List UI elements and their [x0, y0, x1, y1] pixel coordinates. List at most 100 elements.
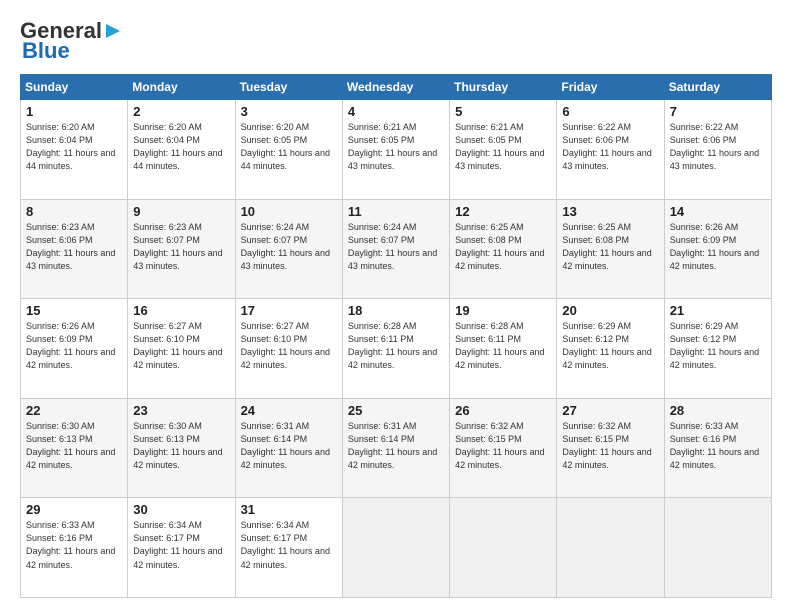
day-info: Sunrise: 6:30 AM Sunset: 6:13 PM Dayligh…	[133, 420, 229, 472]
day-number: 28	[670, 403, 766, 418]
logo-blue: Blue	[22, 38, 70, 64]
calendar-cell: 19 Sunrise: 6:28 AM Sunset: 6:11 PM Dayl…	[450, 299, 557, 399]
day-number: 19	[455, 303, 551, 318]
calendar-cell: 28 Sunrise: 6:33 AM Sunset: 6:16 PM Dayl…	[664, 398, 771, 498]
calendar-cell: 7 Sunrise: 6:22 AM Sunset: 6:06 PM Dayli…	[664, 100, 771, 200]
col-header-monday: Monday	[128, 75, 235, 100]
day-number: 13	[562, 204, 658, 219]
day-number: 22	[26, 403, 122, 418]
day-number: 23	[133, 403, 229, 418]
calendar-cell	[342, 498, 449, 598]
day-number: 12	[455, 204, 551, 219]
day-number: 27	[562, 403, 658, 418]
calendar-cell: 25 Sunrise: 6:31 AM Sunset: 6:14 PM Dayl…	[342, 398, 449, 498]
day-number: 8	[26, 204, 122, 219]
calendar-cell	[664, 498, 771, 598]
day-number: 9	[133, 204, 229, 219]
calendar-cell: 4 Sunrise: 6:21 AM Sunset: 6:05 PM Dayli…	[342, 100, 449, 200]
calendar-cell: 15 Sunrise: 6:26 AM Sunset: 6:09 PM Dayl…	[21, 299, 128, 399]
day-info: Sunrise: 6:27 AM Sunset: 6:10 PM Dayligh…	[133, 320, 229, 372]
calendar-cell: 30 Sunrise: 6:34 AM Sunset: 6:17 PM Dayl…	[128, 498, 235, 598]
col-header-sunday: Sunday	[21, 75, 128, 100]
calendar-cell: 6 Sunrise: 6:22 AM Sunset: 6:06 PM Dayli…	[557, 100, 664, 200]
calendar-cell: 2 Sunrise: 6:20 AM Sunset: 6:04 PM Dayli…	[128, 100, 235, 200]
day-info: Sunrise: 6:20 AM Sunset: 6:04 PM Dayligh…	[26, 121, 122, 173]
day-number: 10	[241, 204, 337, 219]
day-info: Sunrise: 6:22 AM Sunset: 6:06 PM Dayligh…	[670, 121, 766, 173]
calendar-cell: 8 Sunrise: 6:23 AM Sunset: 6:06 PM Dayli…	[21, 199, 128, 299]
col-header-thursday: Thursday	[450, 75, 557, 100]
logo-arrow-icon	[102, 20, 124, 42]
day-info: Sunrise: 6:27 AM Sunset: 6:10 PM Dayligh…	[241, 320, 337, 372]
day-number: 4	[348, 104, 444, 119]
day-info: Sunrise: 6:29 AM Sunset: 6:12 PM Dayligh…	[670, 320, 766, 372]
day-info: Sunrise: 6:28 AM Sunset: 6:11 PM Dayligh…	[348, 320, 444, 372]
day-info: Sunrise: 6:23 AM Sunset: 6:06 PM Dayligh…	[26, 221, 122, 273]
calendar-cell	[450, 498, 557, 598]
day-info: Sunrise: 6:31 AM Sunset: 6:14 PM Dayligh…	[348, 420, 444, 472]
day-number: 17	[241, 303, 337, 318]
day-number: 16	[133, 303, 229, 318]
day-info: Sunrise: 6:21 AM Sunset: 6:05 PM Dayligh…	[348, 121, 444, 173]
calendar-cell	[557, 498, 664, 598]
day-info: Sunrise: 6:34 AM Sunset: 6:17 PM Dayligh…	[241, 519, 337, 571]
day-info: Sunrise: 6:30 AM Sunset: 6:13 PM Dayligh…	[26, 420, 122, 472]
day-info: Sunrise: 6:24 AM Sunset: 6:07 PM Dayligh…	[241, 221, 337, 273]
calendar-cell: 26 Sunrise: 6:32 AM Sunset: 6:15 PM Dayl…	[450, 398, 557, 498]
calendar-cell: 21 Sunrise: 6:29 AM Sunset: 6:12 PM Dayl…	[664, 299, 771, 399]
calendar-week-row: 1 Sunrise: 6:20 AM Sunset: 6:04 PM Dayli…	[21, 100, 772, 200]
day-number: 2	[133, 104, 229, 119]
day-info: Sunrise: 6:32 AM Sunset: 6:15 PM Dayligh…	[455, 420, 551, 472]
calendar-header-row: SundayMondayTuesdayWednesdayThursdayFrid…	[21, 75, 772, 100]
calendar-table: SundayMondayTuesdayWednesdayThursdayFrid…	[20, 74, 772, 598]
calendar-cell: 18 Sunrise: 6:28 AM Sunset: 6:11 PM Dayl…	[342, 299, 449, 399]
day-info: Sunrise: 6:26 AM Sunset: 6:09 PM Dayligh…	[26, 320, 122, 372]
day-info: Sunrise: 6:20 AM Sunset: 6:04 PM Dayligh…	[133, 121, 229, 173]
day-number: 14	[670, 204, 766, 219]
calendar-cell: 17 Sunrise: 6:27 AM Sunset: 6:10 PM Dayl…	[235, 299, 342, 399]
calendar-cell: 31 Sunrise: 6:34 AM Sunset: 6:17 PM Dayl…	[235, 498, 342, 598]
day-info: Sunrise: 6:33 AM Sunset: 6:16 PM Dayligh…	[670, 420, 766, 472]
logo: General Blue	[20, 18, 124, 64]
day-info: Sunrise: 6:21 AM Sunset: 6:05 PM Dayligh…	[455, 121, 551, 173]
header: General Blue	[20, 18, 772, 64]
day-info: Sunrise: 6:28 AM Sunset: 6:11 PM Dayligh…	[455, 320, 551, 372]
day-number: 24	[241, 403, 337, 418]
day-number: 5	[455, 104, 551, 119]
day-info: Sunrise: 6:24 AM Sunset: 6:07 PM Dayligh…	[348, 221, 444, 273]
day-info: Sunrise: 6:32 AM Sunset: 6:15 PM Dayligh…	[562, 420, 658, 472]
calendar-week-row: 15 Sunrise: 6:26 AM Sunset: 6:09 PM Dayl…	[21, 299, 772, 399]
calendar-week-row: 29 Sunrise: 6:33 AM Sunset: 6:16 PM Dayl…	[21, 498, 772, 598]
calendar-cell: 10 Sunrise: 6:24 AM Sunset: 6:07 PM Dayl…	[235, 199, 342, 299]
day-number: 21	[670, 303, 766, 318]
day-info: Sunrise: 6:20 AM Sunset: 6:05 PM Dayligh…	[241, 121, 337, 173]
day-info: Sunrise: 6:22 AM Sunset: 6:06 PM Dayligh…	[562, 121, 658, 173]
day-number: 25	[348, 403, 444, 418]
day-info: Sunrise: 6:31 AM Sunset: 6:14 PM Dayligh…	[241, 420, 337, 472]
day-number: 26	[455, 403, 551, 418]
day-number: 7	[670, 104, 766, 119]
calendar-cell: 16 Sunrise: 6:27 AM Sunset: 6:10 PM Dayl…	[128, 299, 235, 399]
day-number: 3	[241, 104, 337, 119]
day-number: 18	[348, 303, 444, 318]
day-number: 30	[133, 502, 229, 517]
calendar-week-row: 22 Sunrise: 6:30 AM Sunset: 6:13 PM Dayl…	[21, 398, 772, 498]
col-header-wednesday: Wednesday	[342, 75, 449, 100]
calendar-cell: 1 Sunrise: 6:20 AM Sunset: 6:04 PM Dayli…	[21, 100, 128, 200]
calendar-cell: 20 Sunrise: 6:29 AM Sunset: 6:12 PM Dayl…	[557, 299, 664, 399]
col-header-saturday: Saturday	[664, 75, 771, 100]
calendar-cell: 29 Sunrise: 6:33 AM Sunset: 6:16 PM Dayl…	[21, 498, 128, 598]
calendar-cell: 9 Sunrise: 6:23 AM Sunset: 6:07 PM Dayli…	[128, 199, 235, 299]
calendar-cell: 3 Sunrise: 6:20 AM Sunset: 6:05 PM Dayli…	[235, 100, 342, 200]
col-header-tuesday: Tuesday	[235, 75, 342, 100]
calendar-cell: 23 Sunrise: 6:30 AM Sunset: 6:13 PM Dayl…	[128, 398, 235, 498]
day-number: 1	[26, 104, 122, 119]
day-info: Sunrise: 6:25 AM Sunset: 6:08 PM Dayligh…	[562, 221, 658, 273]
calendar-cell: 22 Sunrise: 6:30 AM Sunset: 6:13 PM Dayl…	[21, 398, 128, 498]
day-number: 15	[26, 303, 122, 318]
day-info: Sunrise: 6:33 AM Sunset: 6:16 PM Dayligh…	[26, 519, 122, 571]
calendar-week-row: 8 Sunrise: 6:23 AM Sunset: 6:06 PM Dayli…	[21, 199, 772, 299]
calendar-cell: 14 Sunrise: 6:26 AM Sunset: 6:09 PM Dayl…	[664, 199, 771, 299]
day-info: Sunrise: 6:25 AM Sunset: 6:08 PM Dayligh…	[455, 221, 551, 273]
day-number: 31	[241, 502, 337, 517]
